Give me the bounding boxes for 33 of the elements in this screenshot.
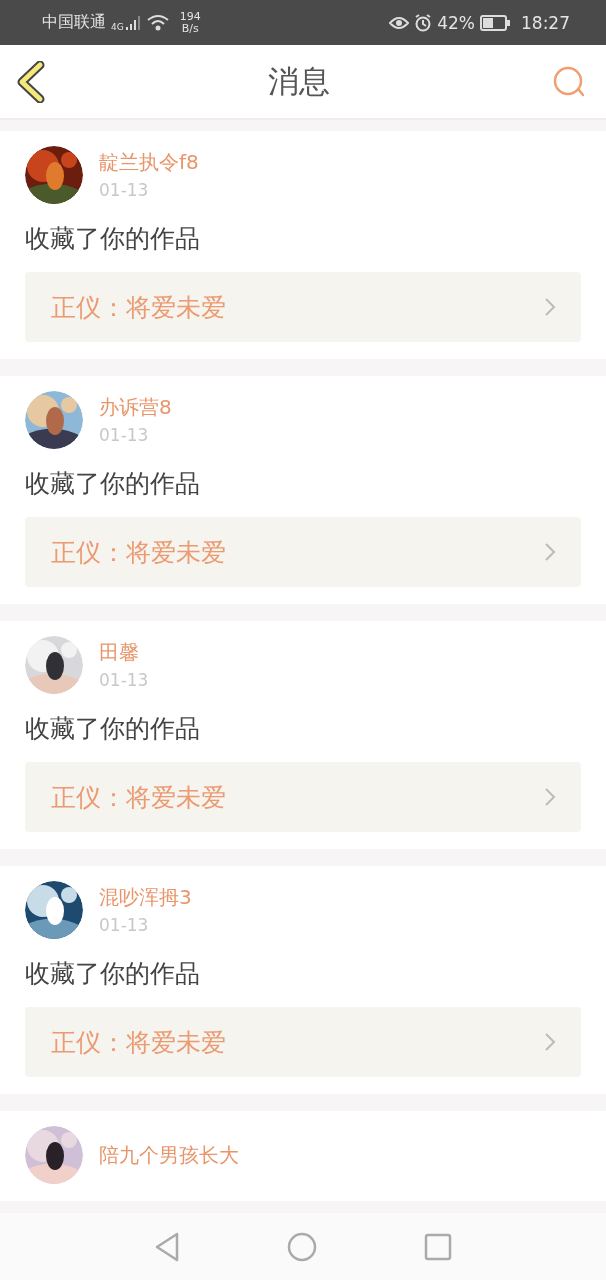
message-text: 收藏了你的作品 bbox=[25, 224, 201, 254]
speed-value: 194 bbox=[179, 10, 201, 23]
alarm-icon bbox=[414, 13, 433, 32]
chevron-icon bbox=[544, 297, 556, 317]
user-name[interactable]: 陪九个男孩长大 bbox=[99, 1142, 239, 1168]
work-link[interactable]: 正仪：将爱未爱 bbox=[25, 272, 581, 342]
battery-percent: 42% bbox=[437, 12, 475, 33]
user-name[interactable]: 田馨 bbox=[99, 639, 149, 665]
speed-unit: B/s bbox=[181, 22, 199, 35]
user-name[interactable]: 办诉营8 bbox=[99, 394, 172, 420]
back-icon[interactable] bbox=[16, 60, 46, 103]
chevron-icon bbox=[544, 1032, 556, 1052]
eye-icon bbox=[389, 15, 410, 30]
network-type: 4G bbox=[111, 21, 124, 32]
recent-apps-icon[interactable] bbox=[424, 1232, 453, 1261]
work-link[interactable]: 正仪：将爱未爱 bbox=[25, 517, 581, 587]
user-name[interactable]: 靛兰执令f8 bbox=[99, 149, 199, 175]
signal-icon bbox=[125, 15, 142, 30]
wifi-icon bbox=[146, 14, 169, 31]
user-name[interactable]: 混吵浑拇3 bbox=[99, 884, 192, 910]
battery-icon bbox=[480, 14, 510, 31]
message-text: 收藏了你的作品 bbox=[25, 959, 201, 989]
message-text: 收藏了你的作品 bbox=[25, 469, 201, 499]
work-link[interactable]: 正仪：将爱未爱 bbox=[25, 1007, 581, 1077]
work-link[interactable]: 正仪：将爱未爱 bbox=[25, 762, 581, 832]
search-icon[interactable] bbox=[552, 65, 586, 98]
chevron-icon bbox=[544, 787, 556, 807]
home-icon[interactable] bbox=[287, 1231, 317, 1262]
clock-time: 18:27 bbox=[521, 12, 570, 33]
carrier-name: 中国联通 bbox=[42, 12, 106, 33]
chevron-icon bbox=[544, 542, 556, 562]
page-title: 消息 bbox=[268, 61, 330, 101]
message-text: 收藏了你的作品 bbox=[25, 714, 201, 744]
